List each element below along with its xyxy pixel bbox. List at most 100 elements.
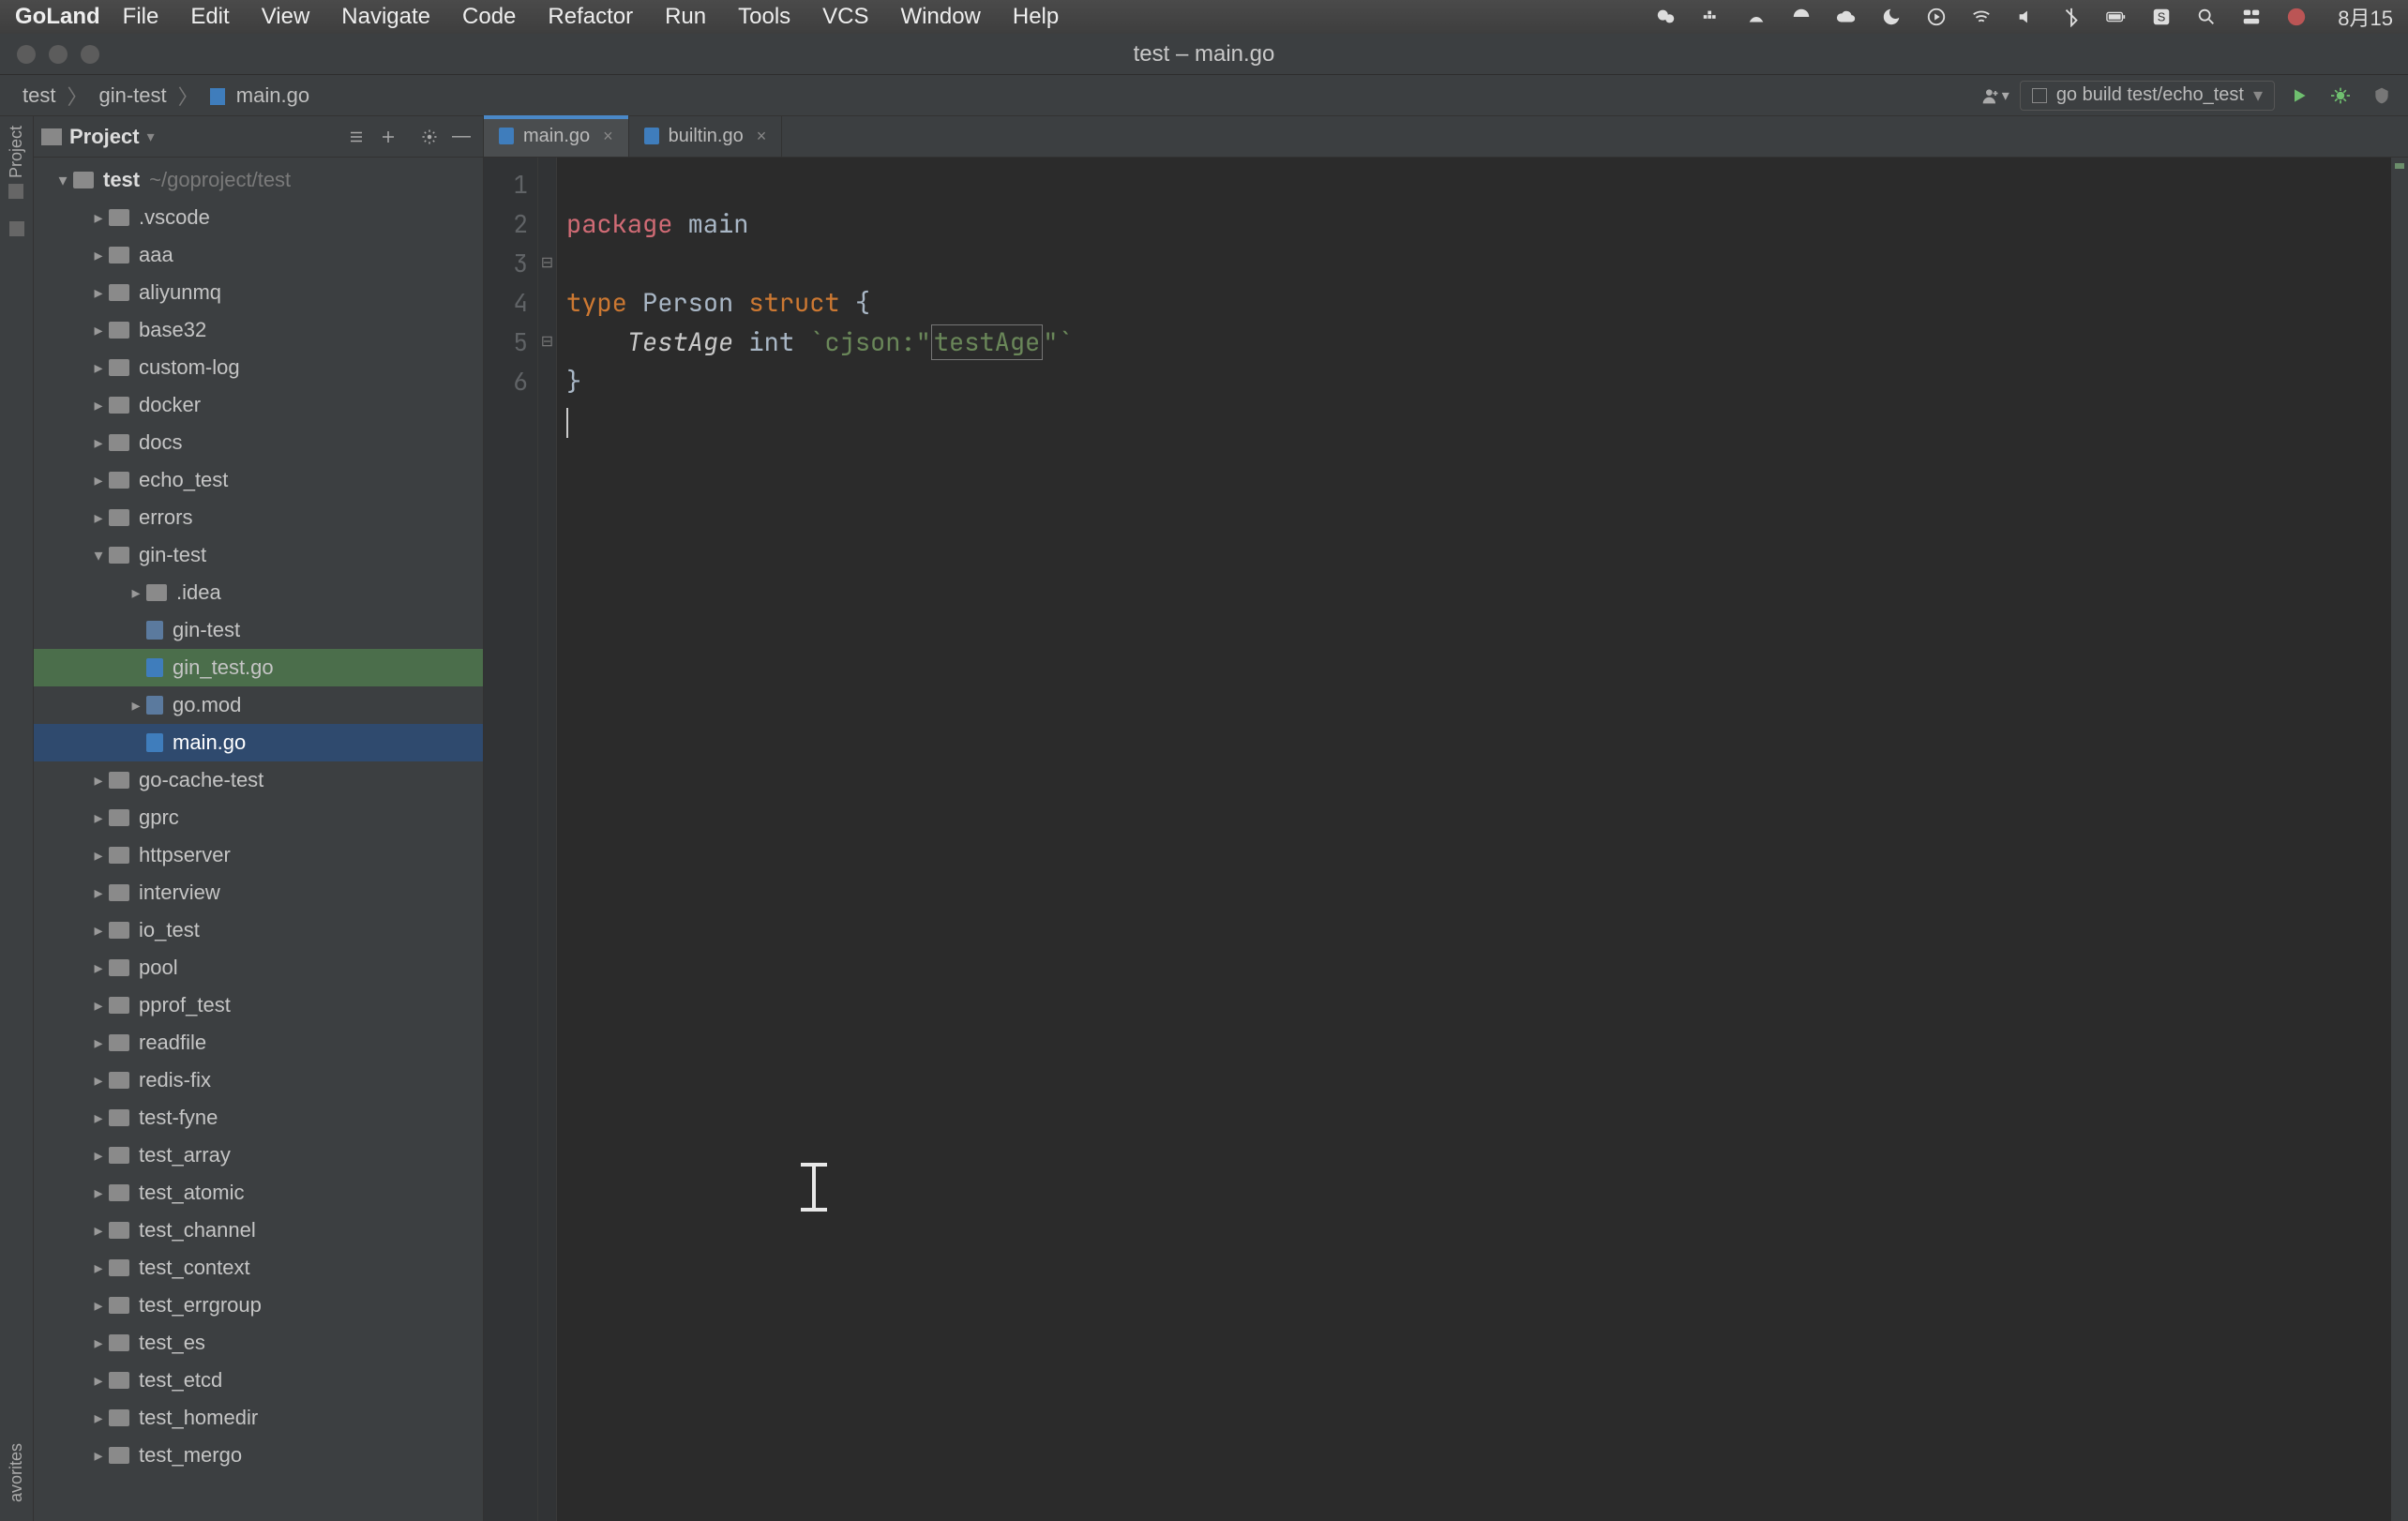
battery-icon[interactable] — [2105, 6, 2128, 28]
expand-arrow-icon[interactable] — [90, 808, 107, 828]
select-opened-icon[interactable] — [342, 123, 370, 151]
tree-node-echo-test[interactable]: echo_test — [34, 461, 483, 499]
close-tab-icon[interactable]: × — [757, 127, 767, 146]
tree-node-redis-fix[interactable]: redis-fix — [34, 1062, 483, 1099]
expand-arrow-icon[interactable] — [90, 283, 107, 303]
close-tab-icon[interactable]: × — [603, 127, 613, 146]
tree-node-go-mod[interactable]: go.mod — [34, 686, 483, 724]
tree-node-gprc[interactable]: gprc — [34, 799, 483, 836]
menu-vcs[interactable]: VCS — [822, 4, 868, 30]
tree-node-gin-test[interactable]: gin-test — [34, 536, 483, 574]
tree-node-readfile[interactable]: readfile — [34, 1024, 483, 1062]
tree-node-test-errgroup[interactable]: test_errgroup — [34, 1287, 483, 1324]
tree-node-io-test[interactable]: io_test — [34, 911, 483, 949]
expand-arrow-icon[interactable] — [90, 546, 107, 565]
tree-node-main-go[interactable]: main.go — [34, 724, 483, 761]
expand-arrow-icon[interactable] — [90, 1183, 107, 1203]
gear-icon[interactable] — [415, 123, 444, 151]
input-icon[interactable]: S — [2150, 6, 2173, 28]
close-window-icon[interactable] — [17, 45, 36, 64]
expand-arrow-icon[interactable] — [90, 1071, 107, 1091]
crumb-gin-test[interactable]: gin-test — [89, 80, 175, 112]
wechat-icon[interactable] — [1655, 6, 1678, 28]
expand-arrow-icon[interactable] — [90, 1446, 107, 1466]
tab-main-go[interactable]: main.go × — [484, 115, 629, 157]
expand-arrow-icon[interactable] — [90, 771, 107, 791]
traffic-lights[interactable] — [0, 45, 99, 64]
tree-node-interview[interactable]: interview — [34, 874, 483, 911]
tree-node-gin-test-go[interactable]: gin_test.go — [34, 649, 483, 686]
crumb-main-go[interactable]: main.go — [201, 80, 319, 112]
expand-arrow-icon[interactable] — [90, 433, 107, 453]
run-config-selector[interactable]: go build test/echo_test ▾ — [2020, 81, 2275, 111]
expand-arrow-icon[interactable] — [90, 1108, 107, 1128]
expand-arrow-icon[interactable] — [90, 1146, 107, 1166]
expand-arrow-icon[interactable] — [90, 996, 107, 1016]
expand-arrow-icon[interactable] — [90, 883, 107, 903]
wifi-icon[interactable] — [1970, 6, 1993, 28]
menu-help[interactable]: Help — [1013, 4, 1059, 30]
fold-gutter[interactable]: ⊟ ⊟ — [538, 158, 557, 1521]
tree-node-test-channel[interactable]: test_channel — [34, 1212, 483, 1249]
volume-icon[interactable] — [2015, 6, 2038, 28]
user-icon[interactable] — [2285, 6, 2308, 28]
expand-arrow-icon[interactable] — [90, 1408, 107, 1428]
cloud-icon[interactable] — [1835, 6, 1858, 28]
zoom-window-icon[interactable] — [81, 45, 99, 64]
expand-arrow-icon[interactable] — [90, 471, 107, 490]
expand-arrow-icon[interactable] — [90, 846, 107, 866]
expand-all-icon[interactable] — [374, 123, 402, 151]
tree-node-test-homedir[interactable]: test_homedir — [34, 1399, 483, 1437]
expand-arrow-icon[interactable] — [128, 583, 144, 603]
tree-node-gin-test[interactable]: gin-test — [34, 611, 483, 649]
expand-arrow-icon[interactable] — [128, 696, 144, 715]
menu-tools[interactable]: Tools — [738, 4, 790, 30]
menu-refactor[interactable]: Refactor — [548, 4, 633, 30]
code-editor[interactable]: 1 2 3 4 5 6 ⊟ ⊟ package main type Person… — [484, 158, 2408, 1521]
tree-node-pool[interactable]: pool — [34, 949, 483, 986]
tree-node-test-atomic[interactable]: test_atomic — [34, 1174, 483, 1212]
minimize-window-icon[interactable] — [49, 45, 68, 64]
tree-node-test-es[interactable]: test_es — [34, 1324, 483, 1362]
docker-icon[interactable] — [1700, 6, 1723, 28]
moon-icon[interactable] — [1880, 6, 1903, 28]
expand-arrow-icon[interactable] — [90, 508, 107, 528]
tree-node-pprof-test[interactable]: pprof_test — [34, 986, 483, 1024]
project-tree[interactable]: test ~/goproject/test .vscodeaaaaliyunmq… — [34, 158, 483, 1521]
gutter-favorites-button[interactable]: avorites — [7, 1443, 26, 1502]
tree-node-go-cache-test[interactable]: go-cache-test — [34, 761, 483, 799]
tree-node-errors[interactable]: errors — [34, 499, 483, 536]
menu-window[interactable]: Window — [901, 4, 981, 30]
tree-node-aliyunmq[interactable]: aliyunmq — [34, 274, 483, 311]
menu-edit[interactable]: Edit — [190, 4, 229, 30]
chevron-down-icon[interactable]: ▾ — [147, 128, 155, 146]
add-user-button[interactable]: ▾ — [1979, 79, 2012, 113]
menu-file[interactable]: File — [123, 4, 159, 30]
expand-arrow-icon[interactable] — [90, 1258, 107, 1278]
expand-arrow-icon[interactable] — [90, 1221, 107, 1241]
menu-run[interactable]: Run — [665, 4, 706, 30]
tree-node-test-array[interactable]: test_array — [34, 1137, 483, 1174]
menu-navigate[interactable]: Navigate — [341, 4, 430, 30]
project-panel-title[interactable]: Project — [69, 125, 140, 149]
structure-tool-icon[interactable] — [9, 221, 24, 236]
expand-arrow-icon[interactable] — [90, 321, 107, 340]
search-icon[interactable] — [2195, 6, 2218, 28]
menubar-date[interactable]: 8月15 — [2338, 2, 2393, 32]
tree-node-aaa[interactable]: aaa — [34, 236, 483, 274]
expand-arrow-icon[interactable] — [90, 246, 107, 265]
play-icon[interactable] — [1925, 6, 1948, 28]
expand-arrow-icon[interactable] — [90, 1371, 107, 1391]
tab-builtin-go[interactable]: builtin.go × — [629, 115, 783, 157]
expand-arrow-icon[interactable] — [90, 208, 107, 228]
tree-node-docker[interactable]: docker — [34, 386, 483, 424]
expand-arrow-icon[interactable] — [54, 171, 71, 190]
tree-node-custom-log[interactable]: custom-log — [34, 349, 483, 386]
tray-icon-1[interactable] — [1745, 6, 1768, 28]
expand-arrow-icon[interactable] — [90, 1033, 107, 1053]
tree-node-base32[interactable]: base32 — [34, 311, 483, 349]
expand-arrow-icon[interactable] — [90, 1333, 107, 1353]
tree-node-test-context[interactable]: test_context — [34, 1249, 483, 1287]
tree-root[interactable]: test ~/goproject/test — [34, 161, 483, 199]
control-center-icon[interactable] — [2240, 6, 2263, 28]
